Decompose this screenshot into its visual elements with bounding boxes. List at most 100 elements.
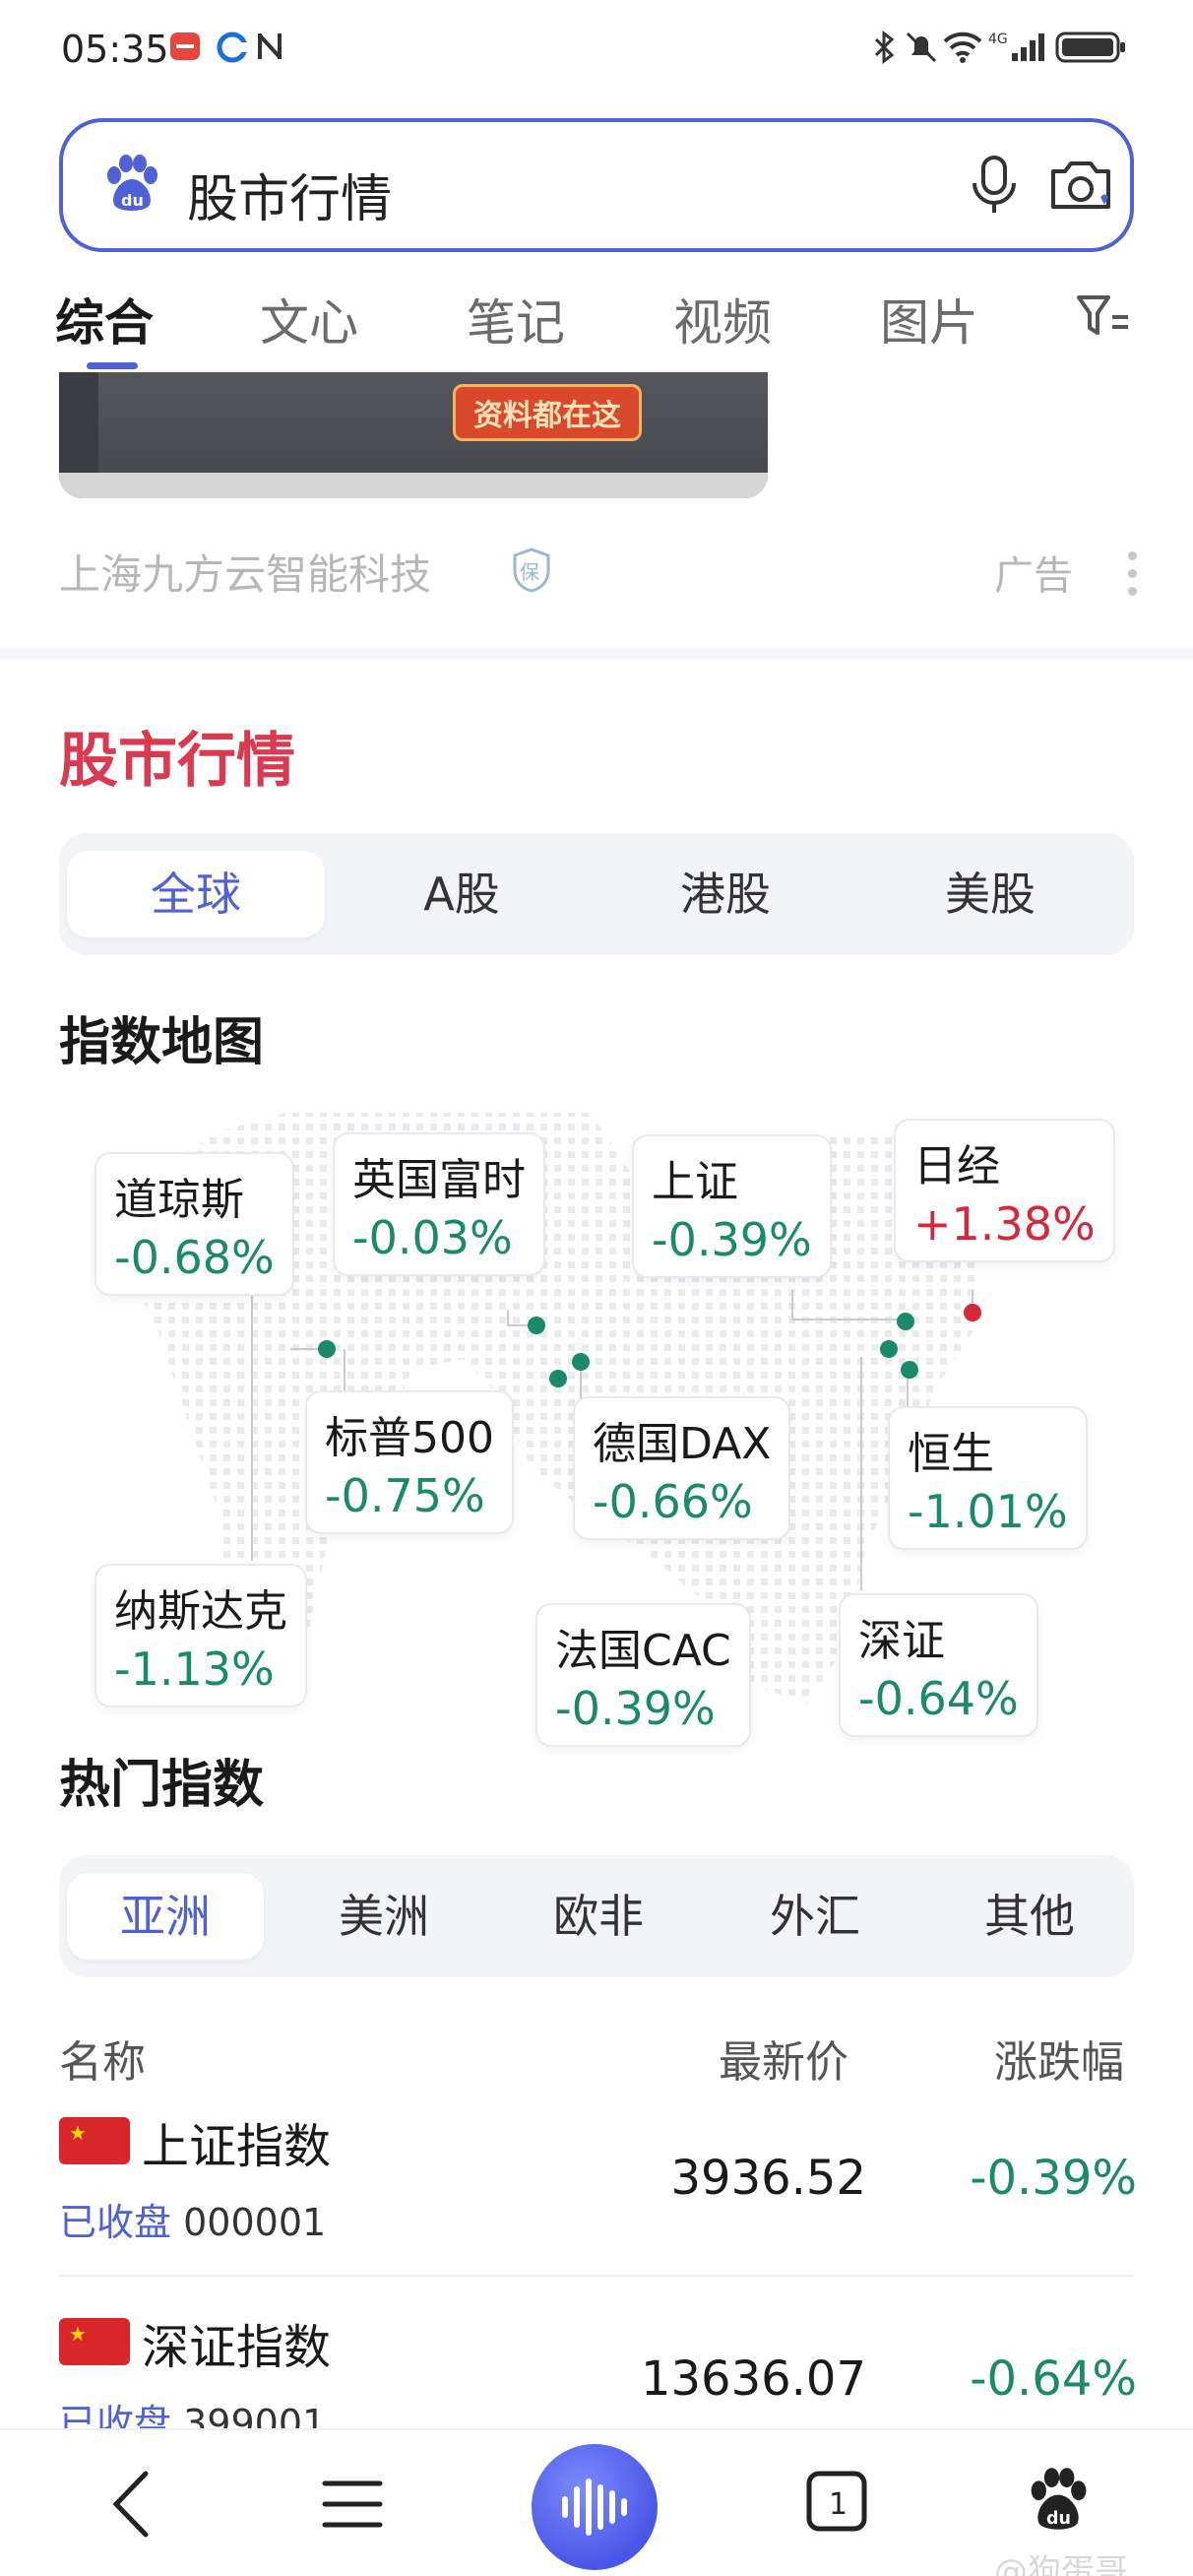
row-status-line: 已收盘 000001 [59,2192,326,2246]
region-tab-hk-stocks[interactable]: 港股 [602,851,848,937]
more-options-icon[interactable] [1128,551,1138,605]
microphone-icon[interactable] [967,154,1022,221]
index-change: +1.38% [913,1197,1096,1251]
region-tab-us-stocks[interactable]: 美股 [864,851,1116,937]
row-price: 13636.07 [640,2351,866,2407]
camera-search-icon[interactable] [1047,152,1114,223]
nfc-icon [254,30,287,67]
region-tab-global[interactable]: 全球 [67,851,325,937]
status-time: 05:35 [61,28,169,71]
row-name: 上证指数 [142,2119,332,2174]
index-box-dowjones[interactable]: 道琼斯 -0.68% [94,1152,294,1296]
watermark: @狗蛋哥_ [994,2552,1145,2576]
index-name: 英国富时 [352,1155,526,1205]
row-change: -0.39% [970,2151,1137,2206]
index-change: -1.13% [114,1642,275,1696]
sound-wave-icon [562,2479,627,2536]
column-header-change: 涨跌幅 [994,2037,1124,2088]
index-change: -0.66% [593,1475,753,1528]
row-code: 000001 [183,2201,327,2244]
index-name: 法国CAC [555,1626,731,1676]
status-bar: 05:35 4G [0,0,1193,98]
back-icon[interactable] [106,2468,156,2544]
bluetooth-icon [870,30,900,69]
row-change: -0.64% [970,2351,1137,2407]
column-header-name: 名称 [59,2037,146,2088]
index-box-shenzhen[interactable]: 深证 -0.64% [839,1593,1038,1737]
index-box-sp500[interactable]: 标普500 -0.75% [305,1390,514,1534]
index-box-dax[interactable]: 德国DAX -0.66% [573,1396,791,1540]
china-flag-icon: ★ [59,2318,130,2365]
svg-text:du: du [1046,2509,1071,2529]
index-name: 恒生 [908,1429,994,1479]
row-divider [59,2275,1134,2277]
index-box-shanghai[interactable]: 上证 -0.39% [632,1134,832,1278]
search-tabs: 综合 文心 笔记 视频 图片 [0,276,1193,370]
index-map-title: 指数地图 [59,1013,265,1072]
index-name: 道琼斯 [114,1175,244,1225]
row-status: 已收盘 [59,2201,172,2244]
tab-video[interactable]: 视频 [673,284,772,354]
index-name: 上证 [652,1157,738,1207]
tabs-count-icon[interactable]: 1 [805,2470,868,2537]
signal-4g-icon: 4G [988,30,1045,69]
c-app-icon [217,30,250,67]
voice-assistant-button[interactable] [532,2444,658,2570]
index-name: 纳斯达克 [114,1586,287,1637]
ad-source[interactable]: 上海九方云智能科技 [59,542,431,602]
index-name: 深证 [858,1616,945,1666]
menu-icon[interactable] [321,2478,384,2535]
column-header-price: 最新价 [719,2037,848,2088]
ad-label: 广告 [994,553,1073,599]
china-flag-icon: ★ [59,2117,130,2164]
row-name: 深证指数 [142,2320,332,2375]
continent-tab-americas[interactable]: 美洲 [285,1873,482,1960]
index-change: -1.01% [908,1485,1068,1538]
tab-images[interactable]: 图片 [880,284,978,354]
index-map: 道琼斯 -0.68% 英国富时 -0.03% 上证 -0.39% 日经 +1.3… [0,1093,1193,1782]
index-box-ftse[interactable]: 英国富时 -0.03% [333,1132,545,1276]
region-tab-a-shares[interactable]: A股 [339,851,585,937]
baidu-home-icon[interactable]: du [1024,2464,1093,2539]
continent-tabs: 亚洲 美洲 欧非 外汇 其他 [59,1855,1134,1977]
market-card-title: 股市行情 [59,727,295,796]
tab-wenxin[interactable]: 文心 [260,284,358,354]
app-notification-icon [169,30,203,67]
index-name: 标普500 [325,1413,494,1463]
section-divider [0,648,1193,660]
index-box-hangseng[interactable]: 恒生 -1.01% [888,1406,1088,1550]
guarantee-shield-icon: 保 [512,547,551,593]
index-change: -0.39% [652,1213,812,1266]
continent-tab-forex[interactable]: 外汇 [717,1873,913,1960]
index-change: -0.03% [352,1211,513,1264]
ad-image-badge: 资料都在这 [453,384,642,441]
continent-tab-asia[interactable]: 亚洲 [67,1873,264,1960]
continent-tab-europe-africa[interactable]: 欧非 [500,1873,697,1960]
index-change: -0.64% [858,1672,1019,1725]
hot-indices-title: 热门指数 [59,1756,265,1815]
index-change: -0.75% [325,1469,485,1522]
ad-image[interactable]: 资料都在这 [59,372,768,498]
region-tabs: 全球 A股 港股 美股 [59,833,1134,955]
svg-text:4G: 4G [988,32,1008,47]
svg-text:du: du [121,191,144,210]
index-name: 德国DAX [593,1419,772,1469]
continent-tab-other[interactable]: 其他 [931,1873,1128,1960]
index-change: -0.39% [555,1682,716,1735]
filter-icon[interactable] [1075,290,1134,349]
active-tab-indicator [87,362,138,369]
index-change: -0.68% [114,1231,275,1284]
battery-icon [1055,30,1128,69]
index-box-cac[interactable]: 法国CAC -0.39% [535,1603,751,1747]
search-box[interactable]: du 股市行情 [59,118,1134,252]
tab-notes[interactable]: 笔记 [467,284,565,354]
tab-comprehensive[interactable]: 综合 [55,284,154,354]
index-box-nikkei[interactable]: 日经 +1.38% [894,1119,1115,1262]
row-price: 3936.52 [670,2151,867,2206]
mute-icon [904,30,939,69]
search-query[interactable]: 股市行情 [187,158,392,231]
index-box-nasdaq[interactable]: 纳斯达克 -1.13% [94,1564,307,1707]
wifi-icon [943,30,982,69]
svg-text:1: 1 [829,2487,848,2522]
svg-text:保: 保 [520,560,539,584]
